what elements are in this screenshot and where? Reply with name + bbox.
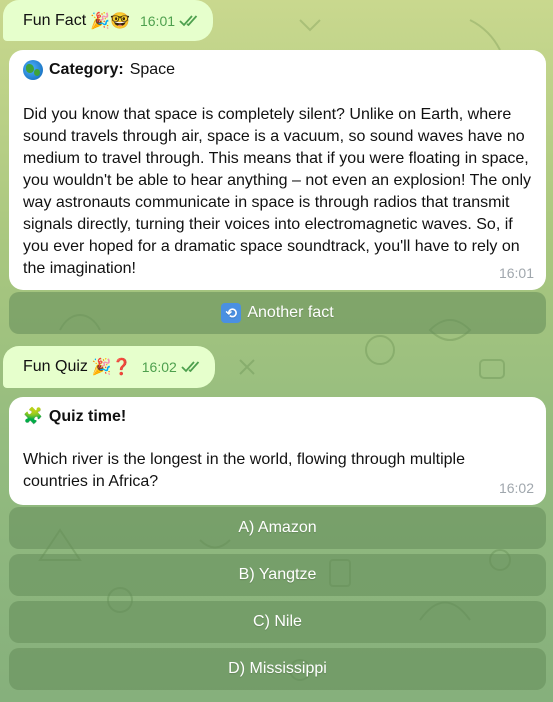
fun-quiz-header-bubble: Fun Quiz 🎉❓ 16:02	[3, 346, 215, 388]
fun-fact-label: Fun Fact	[23, 11, 87, 29]
globe-icon	[23, 60, 43, 80]
quiz-message-bubble: 🧩 Quiz time! Which river is the longest …	[9, 397, 546, 505]
another-fact-button[interactable]: ⟲ Another fact	[9, 292, 546, 334]
quiz-title: Quiz time!	[48, 408, 127, 425]
message-meta: 16:02	[142, 359, 203, 375]
answer-label: A) Amazon	[238, 519, 317, 536]
chat-area[interactable]: Fun Fact 🎉🤓 16:01 Category: Space Did yo…	[0, 0, 553, 702]
quiz-question: Which river is the longest in the world,…	[23, 451, 465, 490]
answer-a-button[interactable]: A) Amazon	[9, 507, 546, 549]
party-nerd-emoji-icon: 🎉🤓	[90, 12, 130, 30]
puzzle-icon: 🧩	[23, 408, 43, 425]
answer-label: B) Yangtze	[238, 566, 317, 583]
answer-d-button[interactable]: D) Mississippi	[9, 648, 546, 690]
message-time: 16:01	[139, 12, 176, 29]
answer-b-button[interactable]: B) Yangtze	[9, 554, 546, 596]
fact-message-bubble: Category: Space Did you know that space …	[9, 50, 546, 290]
another-fact-label: Another fact	[247, 304, 334, 321]
message-time: 16:01	[498, 265, 534, 281]
fun-quiz-label: Fun Quiz	[23, 358, 88, 375]
category-label: Category:	[49, 61, 124, 78]
message-meta: 16:01	[140, 13, 201, 29]
fun-fact-header-bubble: Fun Fact 🎉🤓 16:01	[3, 0, 214, 41]
answer-c-button[interactable]: C) Nile	[9, 601, 546, 643]
message-time: 16:02	[498, 480, 534, 496]
double-check-icon	[181, 361, 199, 373]
answer-label: C) Nile	[253, 613, 302, 630]
answer-label: D) Mississippi	[228, 660, 327, 677]
message-time: 16:02	[141, 359, 177, 375]
repeat-icon: ⟲	[221, 303, 242, 323]
double-check-icon	[179, 14, 198, 26]
party-question-emoji-icon: 🎉❓	[91, 359, 132, 376]
fact-category-line: Category: Space	[23, 58, 532, 82]
category-value: Space	[129, 61, 176, 78]
fact-text: Did you know that space is completely si…	[23, 106, 532, 277]
quiz-title-line: 🧩 Quiz time!	[23, 405, 532, 429]
